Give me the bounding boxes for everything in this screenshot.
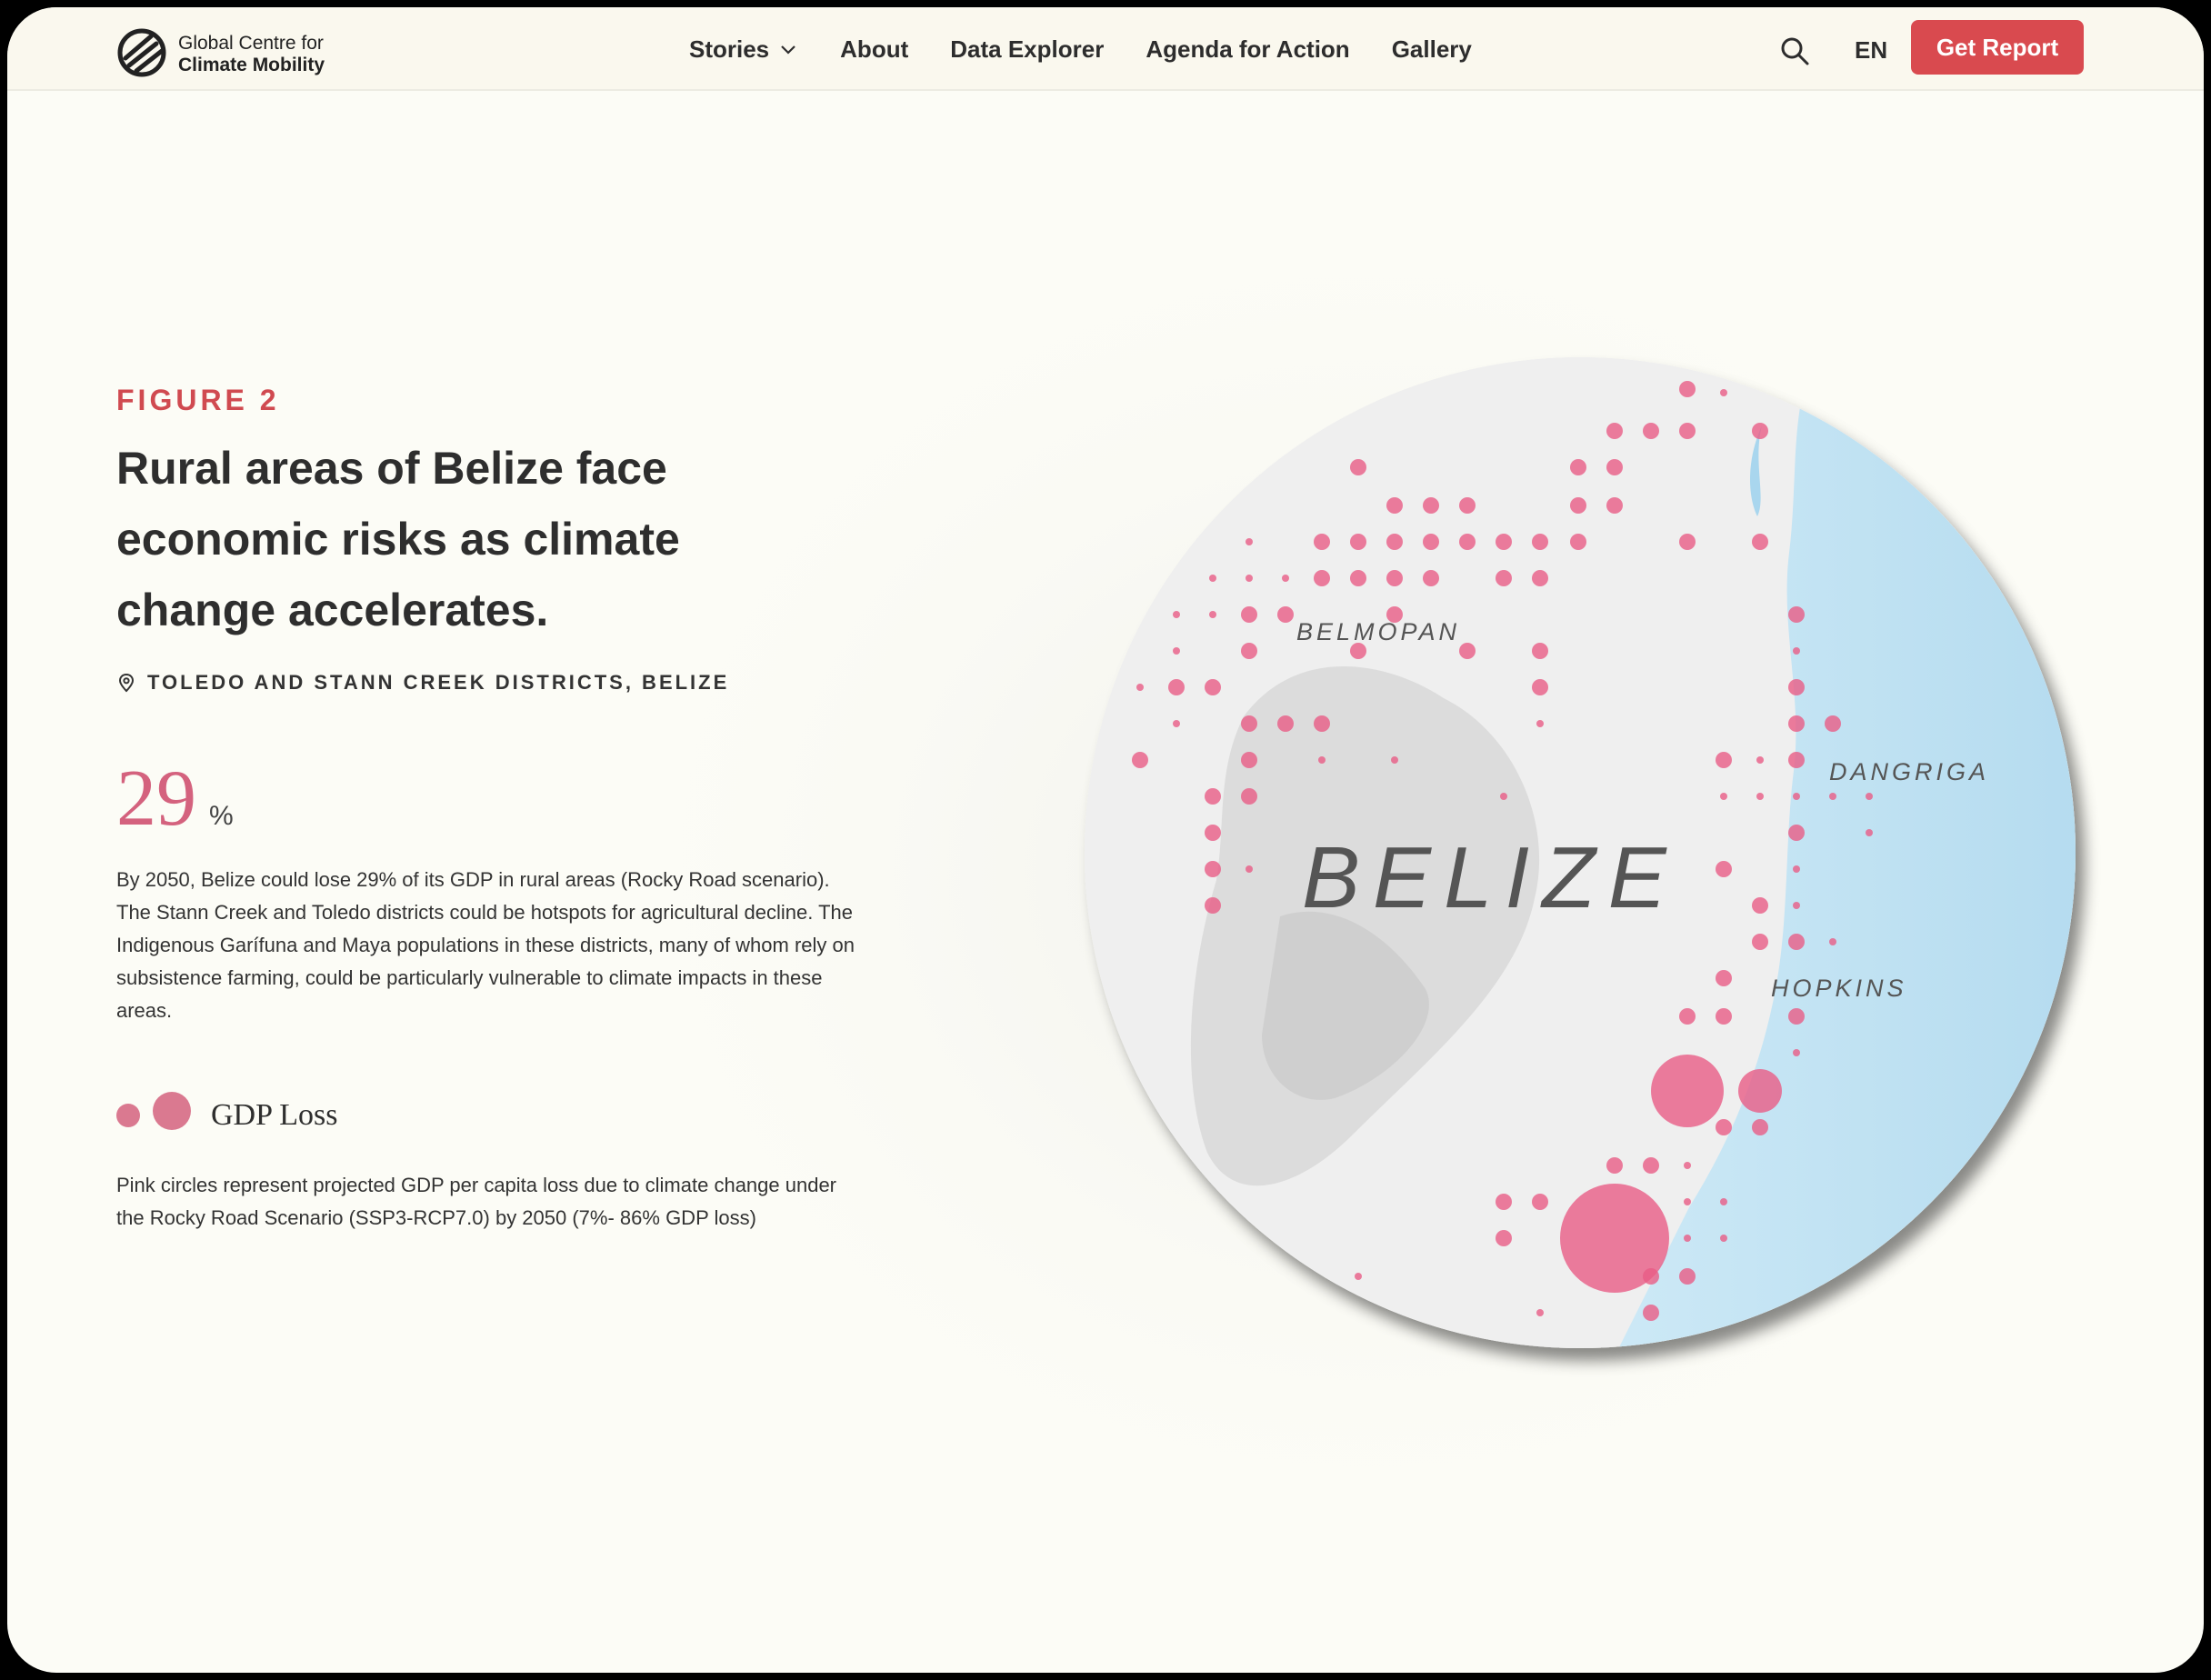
- gdp-stat: 29 %: [116, 758, 234, 840]
- logo-icon: [117, 28, 166, 77]
- map-pin-icon: [118, 673, 135, 693]
- language-selector[interactable]: EN: [1855, 36, 1887, 65]
- nav-agenda-label: Agenda for Action: [1146, 35, 1350, 63]
- legend-small-circle-icon: [116, 1104, 140, 1127]
- nav-data-explorer-label: Data Explorer: [950, 35, 1105, 63]
- site-header: Global Centre for Climate Mobility Stori…: [7, 7, 2204, 91]
- legend-large-circle-icon: [153, 1092, 191, 1130]
- legend-title: GDP Loss: [211, 1098, 338, 1132]
- sea: [1607, 357, 2076, 1348]
- legend-description: Pink circles represent projected GDP per…: [116, 1174, 837, 1229]
- location-label: TOLEDO AND STANN CREEK DISTRICTS, BELIZE: [147, 671, 730, 694]
- figure-description: By 2050, Belize could lose 29% of its GD…: [116, 868, 855, 1022]
- nav-about-label: About: [840, 35, 909, 63]
- relief-ridge: [1262, 911, 1429, 1100]
- logo-line-2: Climate Mobility: [178, 55, 325, 75]
- stat-value: 29: [116, 755, 196, 843]
- figure-title: Rural areas of Belize face economic risk…: [116, 443, 680, 635]
- nav-stories-label: Stories: [689, 35, 770, 63]
- location: TOLEDO AND STANN CREEK DISTRICTS, BELIZE: [116, 671, 729, 695]
- get-report-button[interactable]: Get Report: [1911, 20, 2084, 75]
- belize-map: BELMOPAN DANGRIGA HOPKINS BELIZE: [507, 125, 2204, 1616]
- gdp-loss-circles: [1132, 381, 1873, 1321]
- logo-line-1: Global Centre for: [178, 33, 324, 54]
- map-label-dangriga: DANGRIGA: [1829, 758, 1989, 785]
- nav-data-explorer[interactable]: Data Explorer: [950, 35, 1104, 64]
- relief-shading: [1190, 666, 1540, 1186]
- search-icon[interactable]: [1778, 35, 1811, 67]
- map-label-belize: BELIZE: [1302, 829, 1679, 926]
- main-nav: Stories About Data Explorer Agenda for A…: [689, 7, 1472, 91]
- map-label-hopkins: HOPKINS: [1771, 975, 1907, 1002]
- logo-text: Global Centre for Climate Mobility: [178, 33, 325, 76]
- chevron-down-icon: [781, 45, 795, 55]
- lagoon: [1749, 425, 1762, 516]
- nav-gallery[interactable]: Gallery: [1392, 35, 1472, 64]
- map-disc: [1085, 357, 2076, 1348]
- nav-about[interactable]: About: [840, 35, 908, 64]
- nav-stories[interactable]: Stories: [689, 35, 798, 64]
- nav-gallery-label: Gallery: [1391, 35, 1472, 63]
- logo[interactable]: Global Centre for Climate Mobility: [116, 22, 353, 77]
- stat-unit: %: [209, 801, 234, 831]
- figure-label: FIGURE 2: [116, 384, 280, 416]
- map-label-belmopan: BELMOPAN: [1296, 618, 1460, 645]
- nav-agenda-for-action[interactable]: Agenda for Action: [1146, 35, 1349, 64]
- page-frame: Global Centre for Climate Mobility Stori…: [7, 7, 2204, 1673]
- legend: GDP Loss: [116, 1092, 338, 1133]
